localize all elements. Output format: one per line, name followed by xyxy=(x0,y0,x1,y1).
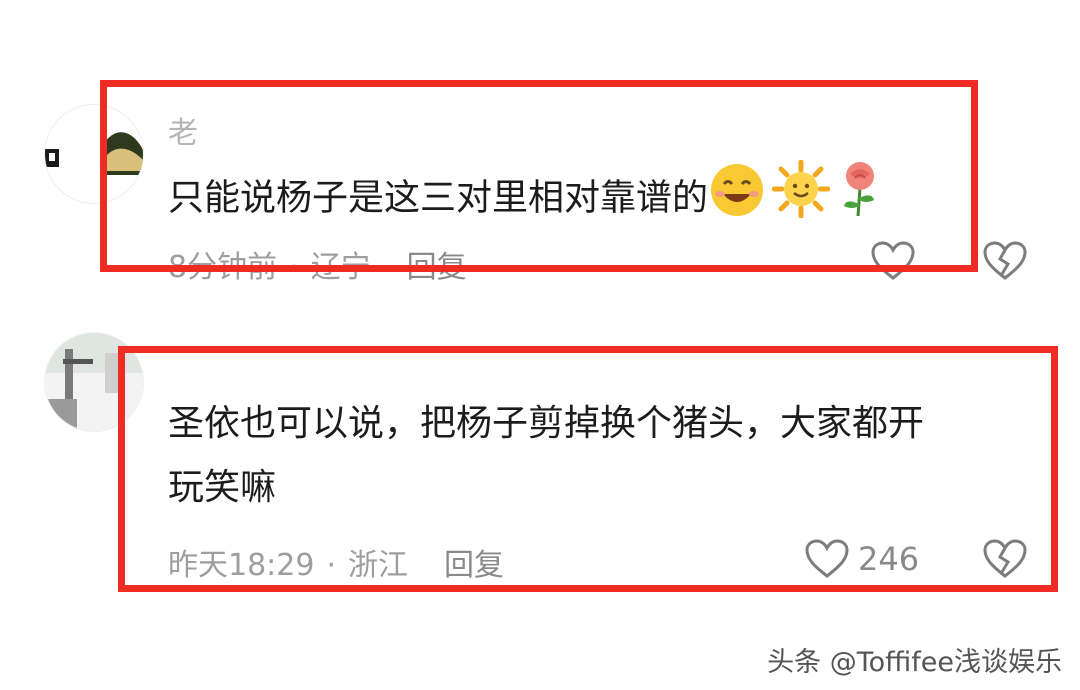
comment-body-line1: 圣依也可以说，把杨子剪掉换个猪头，大家都开 xyxy=(168,403,925,444)
comment-body-line2: 玩笑嘛 xyxy=(168,467,277,508)
username[interactable]: 老 xyxy=(168,108,198,152)
heart-outline-icon[interactable] xyxy=(870,240,916,286)
comment-text: 只能说杨子是这三对里相对靠谱的 xyxy=(168,159,882,239)
comment-meta: 8分钟前 · 辽宁 回复 xyxy=(168,242,467,286)
meta-separator: · xyxy=(289,250,299,285)
rose-icon xyxy=(838,160,882,239)
avatar-image xyxy=(45,105,143,203)
like-count: 246 xyxy=(858,540,920,578)
comment-time: 昨天18:29 xyxy=(168,548,315,583)
reply-button[interactable]: 回复 xyxy=(407,250,467,285)
reply-button[interactable]: 回复 xyxy=(444,548,504,583)
broken-heart-icon[interactable] xyxy=(982,538,1028,584)
like-button[interactable]: 246 xyxy=(804,538,919,580)
comment-location: 辽宁 xyxy=(310,250,371,285)
heart-outline-icon xyxy=(805,539,849,578)
comment-body: 只能说杨子是这三对里相对靠谱的 xyxy=(168,177,709,219)
sun-with-face-icon xyxy=(771,159,831,239)
watermark: 头条 @Toffifee浅谈娱乐 xyxy=(767,647,1062,678)
comment-location: 浙江 xyxy=(348,548,409,583)
meta-separator: · xyxy=(326,548,337,583)
broken-heart-icon[interactable] xyxy=(982,240,1028,286)
comment-text: 圣依也可以说，把杨子剪掉换个猪头，大家都开 玩笑嘛 xyxy=(168,392,924,520)
comment-meta: 昨天18:29 · 浙江 回复 xyxy=(168,540,504,584)
avatar[interactable] xyxy=(44,332,144,432)
grinning-face-icon xyxy=(708,160,766,239)
avatar-image xyxy=(45,333,143,431)
avatar[interactable] xyxy=(44,104,144,204)
comment-time: 8分钟前 xyxy=(168,250,278,285)
